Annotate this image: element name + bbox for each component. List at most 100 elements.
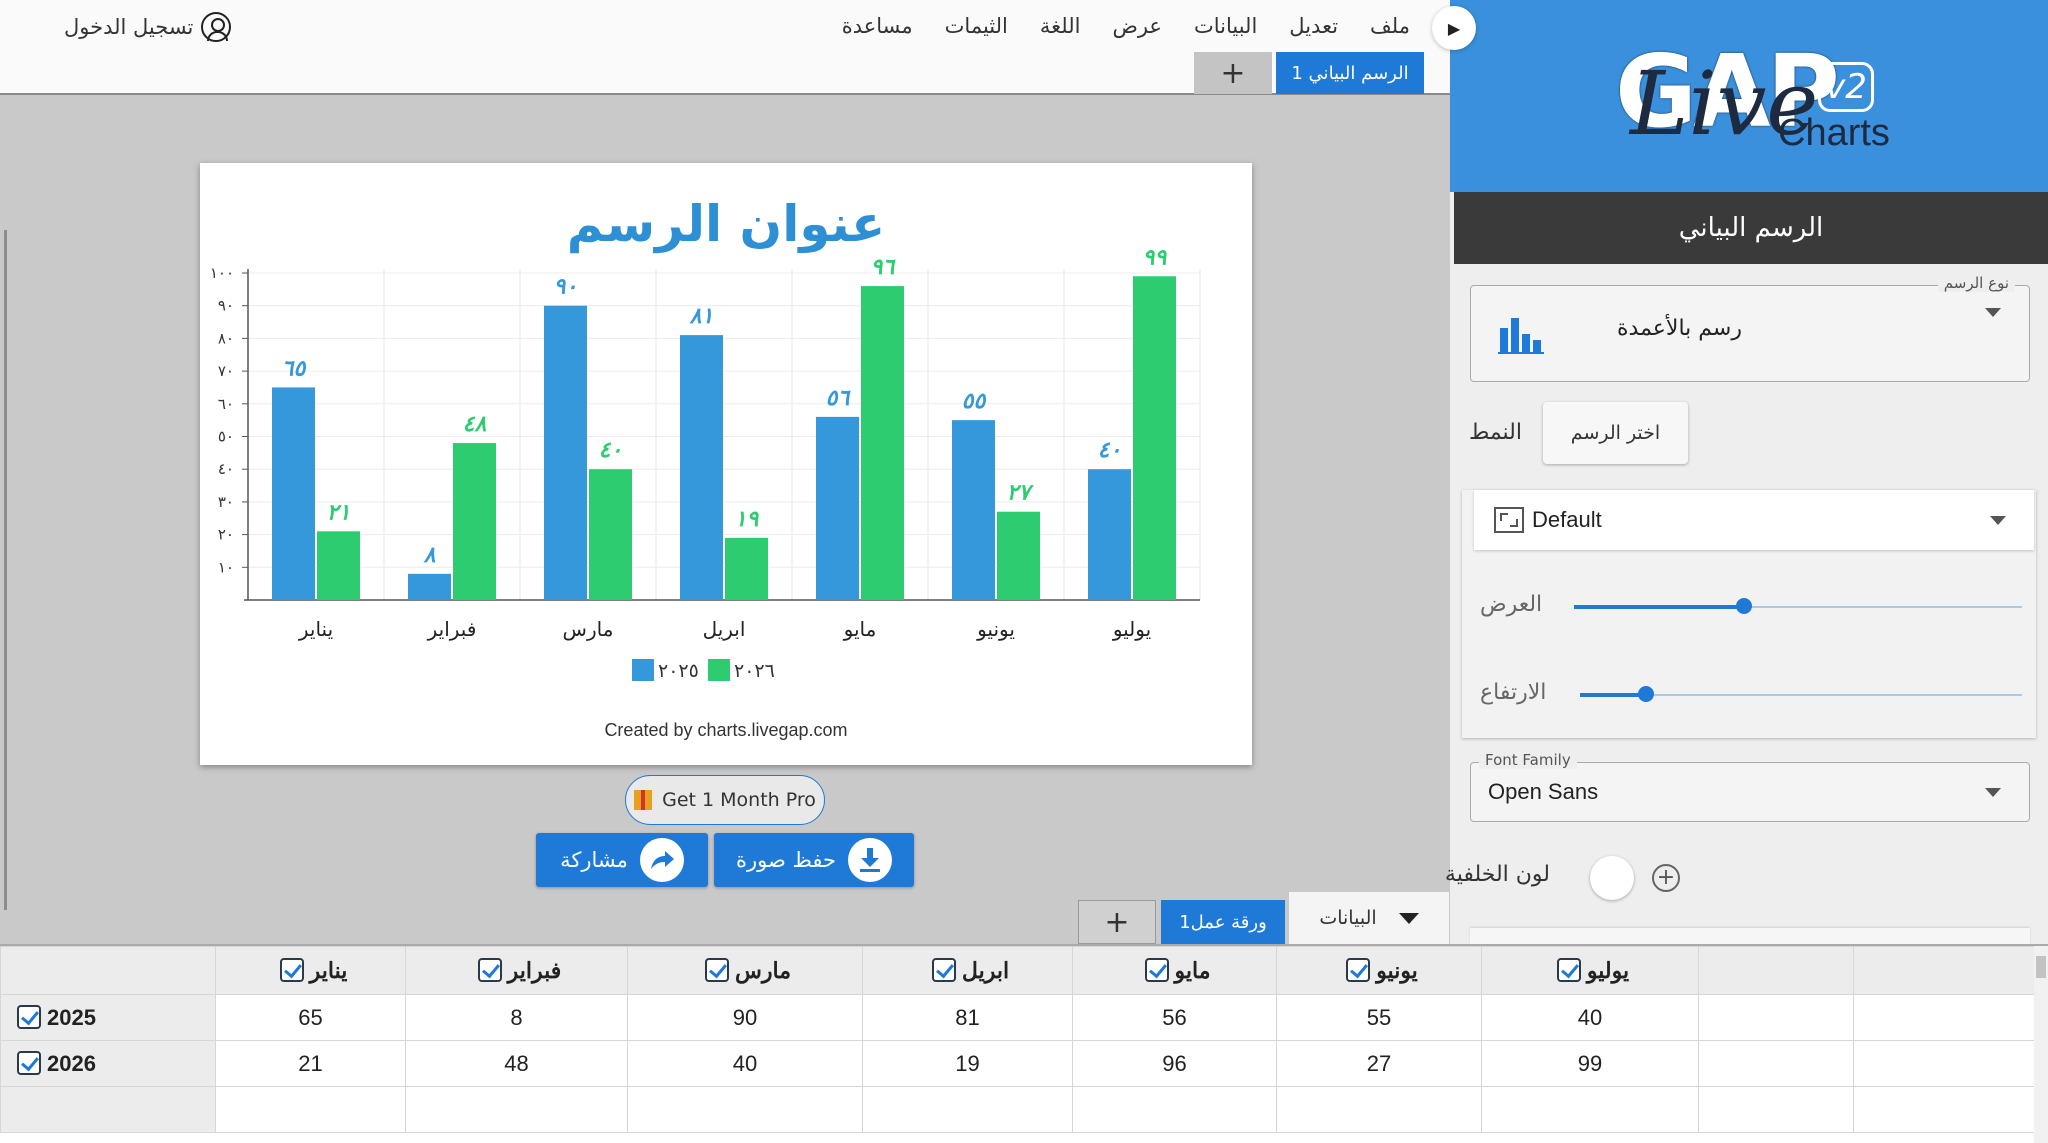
chart-card: عنوان الرسم ١٠ ٢٠ ٣٠ ٤٠ ٥٠ ٦٠ ٧٠ ٨٠ ٩٠ ١٠٠ ٦٥ ٢١ ين… — [200, 163, 1252, 765]
bar — [1133, 276, 1176, 600]
bar-chart-icon — [1498, 318, 1544, 354]
menu-edit[interactable]: تعديل — [1289, 14, 1338, 38]
checkbox-checked-icon[interactable] — [1346, 957, 1371, 982]
table-cell[interactable]: 90 — [627, 994, 863, 1041]
column-header[interactable]: مايو — [1072, 946, 1277, 995]
collapse-panel-button[interactable]: ▶ — [1432, 6, 1476, 50]
menu-help[interactable]: مساعدة — [842, 14, 913, 38]
table-cell[interactable]: 56 — [1072, 994, 1277, 1041]
tab-sheet-1[interactable]: ورقة عمل1 — [1161, 900, 1285, 944]
chart-type-select[interactable]: نوع الرسم — [1470, 274, 2030, 382]
table-cell[interactable] — [627, 1086, 863, 1133]
menu-themes[interactable]: الثيمات — [945, 14, 1008, 38]
menu-file[interactable]: ملف — [1370, 14, 1410, 38]
table-cell[interactable]: 27 — [1276, 1040, 1482, 1087]
checkbox-checked-icon[interactable] — [931, 957, 956, 982]
y-tick-label: ٩٠ — [218, 297, 234, 315]
style-preset-select[interactable]: Default — [1474, 490, 2034, 550]
checkbox-checked-icon[interactable] — [17, 1004, 41, 1029]
checkbox-checked-icon[interactable] — [279, 957, 304, 982]
checkbox-checked-icon[interactable] — [17, 1050, 41, 1075]
data-label: ٥٥ — [962, 389, 987, 414]
x-tick-label: فبراير — [427, 617, 477, 641]
y-tick-label: ٧٠ — [218, 362, 234, 380]
style-card: Default العرض الارتفاع — [1462, 490, 2036, 738]
height-slider[interactable] — [1580, 686, 2022, 702]
bar — [952, 420, 995, 600]
logo-version-badge: v2 — [1818, 62, 1874, 112]
gift-icon — [634, 790, 653, 810]
table-cell[interactable]: 96 — [1072, 1040, 1277, 1087]
table-cell[interactable]: 65 — [215, 994, 406, 1041]
table-cell[interactable] — [1481, 1086, 1699, 1133]
checkbox-checked-icon[interactable] — [1144, 957, 1169, 982]
table-cell[interactable]: 21 — [215, 1040, 406, 1087]
background-color-swatch[interactable] — [1590, 856, 1634, 900]
add-chart-tab-button[interactable]: + — [1194, 52, 1272, 94]
row-header[interactable]: 2026 — [0, 1040, 216, 1087]
download-icon — [848, 838, 893, 882]
checkbox-checked-icon[interactable] — [1556, 957, 1581, 982]
menu-language[interactable]: اللغة — [1040, 14, 1081, 38]
style-preset-value: Default — [1532, 507, 1602, 532]
data-label: ٦٥ — [282, 356, 307, 381]
table-cell[interactable] — [1853, 994, 2035, 1041]
share-button[interactable]: مشاركة — [536, 833, 708, 887]
data-grid: يناير فبراير مارس ابريل مايو يونيو يوليو… — [0, 944, 2048, 1143]
table-cell[interactable] — [1853, 1040, 2035, 1087]
grid-scrollbar[interactable] — [2034, 946, 2048, 1143]
table-cell[interactable] — [405, 1086, 628, 1133]
table-cell[interactable]: 55 — [1276, 994, 1482, 1041]
empty-header-cell[interactable] — [1853, 946, 2035, 995]
height-slider-handle[interactable] — [1638, 686, 1655, 702]
row-header[interactable] — [0, 1086, 216, 1133]
table-cell[interactable]: 40 — [627, 1040, 863, 1087]
data-label: ٥٦ — [826, 386, 852, 411]
checkbox-checked-icon[interactable] — [705, 957, 730, 982]
column-header[interactable]: يناير — [215, 946, 406, 995]
table-cell[interactable] — [862, 1086, 1073, 1133]
data-panel-toggle[interactable]: البيانات — [1289, 892, 1449, 944]
tab-chart-1[interactable]: الرسم البياني 1 — [1276, 52, 1424, 94]
width-slider-handle[interactable] — [1736, 598, 1753, 614]
checkbox-checked-icon[interactable] — [477, 957, 502, 982]
column-header[interactable]: يونيو — [1276, 946, 1482, 995]
column-header[interactable]: فبراير — [405, 946, 628, 995]
data-label: ٨١ — [689, 304, 714, 329]
bar — [589, 469, 632, 600]
column-header[interactable]: ابريل — [862, 946, 1073, 995]
menu-view[interactable]: عرض — [1112, 14, 1162, 38]
table-cell[interactable] — [1853, 1086, 2035, 1133]
table-cell[interactable] — [1698, 994, 1854, 1041]
login-link[interactable]: تسجيل الدخول — [64, 12, 232, 42]
logo-banner: GAP Live Charts v2 — [1450, 0, 2048, 192]
table-cell[interactable] — [1698, 1086, 1854, 1133]
width-slider[interactable] — [1574, 598, 2022, 614]
get-pro-button[interactable]: Get 1 Month Pro — [625, 775, 825, 825]
save-image-button[interactable]: حفظ صورة — [714, 833, 914, 887]
table-cell[interactable]: 48 — [405, 1040, 628, 1087]
table-cell[interactable]: 8 — [405, 994, 628, 1041]
table-cell[interactable]: 40 — [1481, 994, 1699, 1041]
next-card — [1470, 928, 2030, 944]
table-cell[interactable]: 81 — [862, 994, 1073, 1041]
column-header[interactable]: مارس — [627, 946, 863, 995]
empty-header-cell[interactable] — [1698, 946, 1854, 995]
pick-chart-button[interactable]: اختر الرسم — [1543, 402, 1688, 464]
table-cell[interactable] — [1698, 1040, 1854, 1087]
table-cell[interactable]: 99 — [1481, 1040, 1699, 1087]
y-tick-label: ٢٠ — [218, 526, 234, 544]
add-circle-icon[interactable]: + — [1652, 864, 1680, 892]
data-label: ٤٠ — [1098, 438, 1122, 463]
row-header[interactable]: 2025 — [0, 994, 216, 1041]
bar — [1088, 469, 1131, 600]
table-cell[interactable]: 19 — [862, 1040, 1073, 1087]
table-cell[interactable] — [215, 1086, 406, 1133]
add-sheet-button[interactable]: + — [1078, 900, 1156, 944]
table-cell[interactable] — [1072, 1086, 1277, 1133]
table-cell[interactable] — [1276, 1086, 1482, 1133]
data-label: ٨ — [423, 543, 436, 568]
column-header[interactable]: يوليو — [1481, 946, 1699, 995]
menu-data[interactable]: البيانات — [1194, 14, 1257, 38]
chevron-down-icon — [1985, 308, 2001, 317]
